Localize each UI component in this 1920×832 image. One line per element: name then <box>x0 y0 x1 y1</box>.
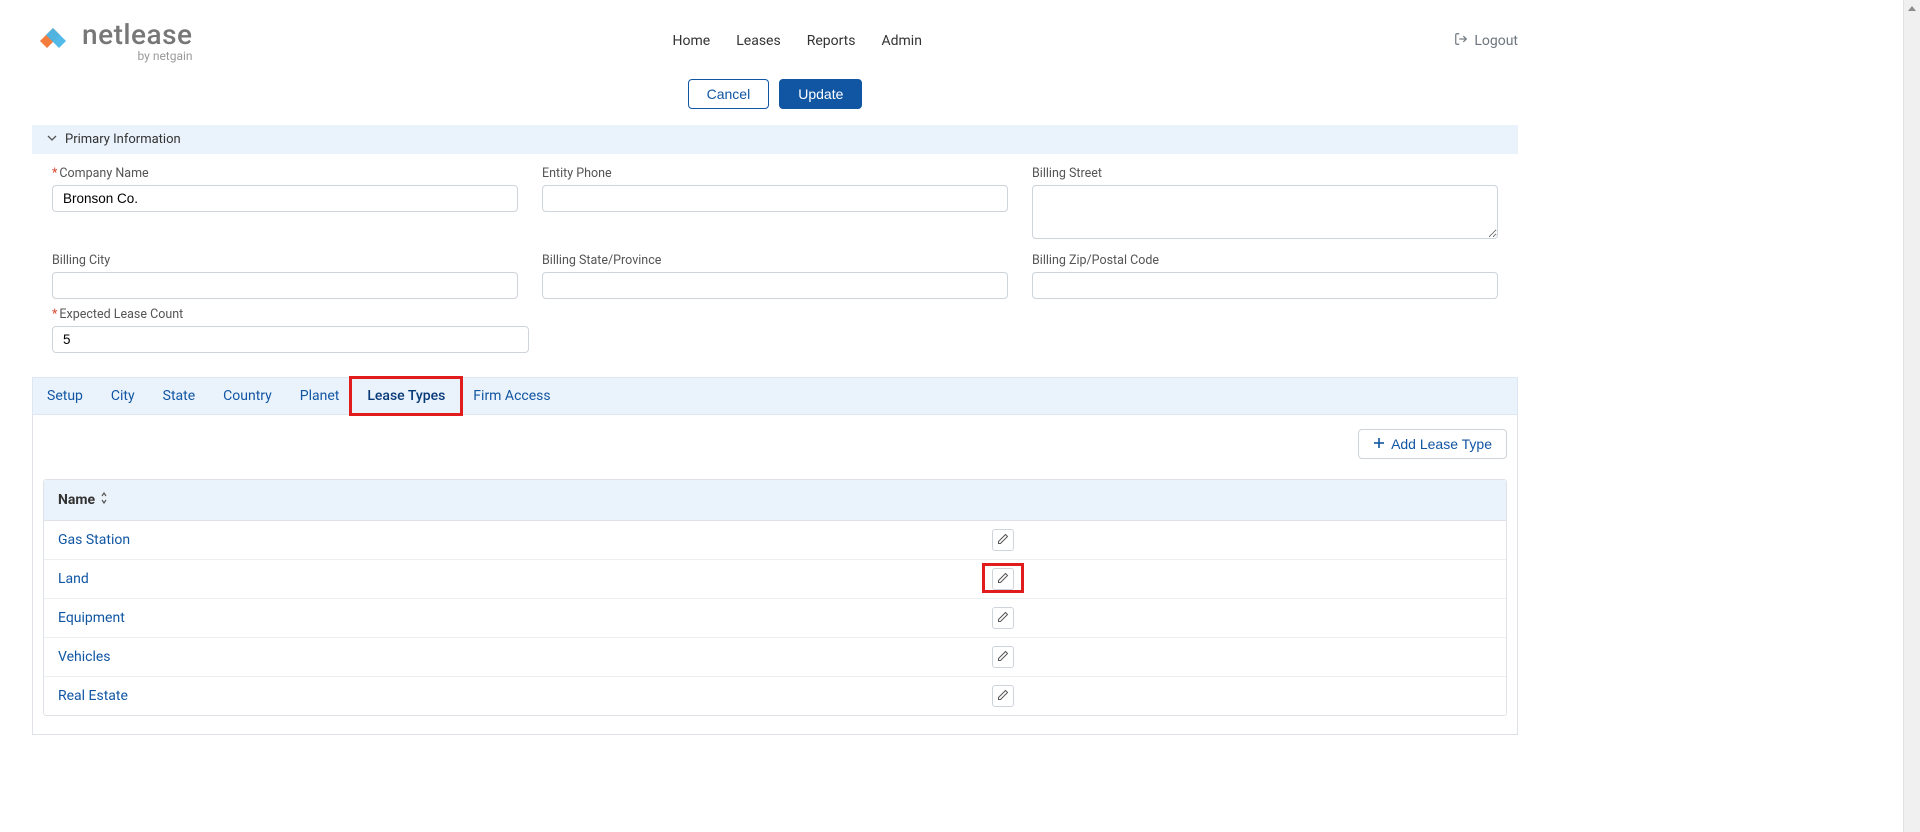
table-row: Vehicles <box>44 638 1506 677</box>
lease-type-link[interactable]: Vehicles <box>58 649 992 665</box>
billing-city-label: Billing City <box>52 253 518 268</box>
table-row: Equipment <box>44 599 1506 638</box>
tab-firm-access[interactable]: Firm Access <box>459 378 564 414</box>
billing-state-label: Billing State/Province <box>542 253 1008 268</box>
table-header-name[interactable]: Name <box>44 480 1506 521</box>
billing-state-input[interactable] <box>542 272 1008 299</box>
pencil-icon <box>997 572 1009 587</box>
logo: netlease by netgain <box>32 18 193 63</box>
nav-reports[interactable]: Reports <box>807 33 856 49</box>
add-lease-type-button[interactable]: Add Lease Type <box>1358 429 1507 459</box>
edit-button[interactable] <box>992 685 1014 707</box>
brand-name: netlease <box>82 18 193 51</box>
lease-type-link[interactable]: Real Estate <box>58 688 992 704</box>
nav-leases[interactable]: Leases <box>736 33 780 49</box>
tabs-bar: Setup City State Country Planet Lease Ty… <box>32 377 1518 415</box>
lease-type-link[interactable]: Land <box>58 571 992 587</box>
add-lease-type-label: Add Lease Type <box>1391 436 1492 452</box>
billing-city-input[interactable] <box>52 272 518 299</box>
logo-icon <box>32 20 74 62</box>
logout-icon <box>1454 32 1468 50</box>
pencil-icon <box>997 689 1009 704</box>
expected-lease-count-label: *Expected Lease Count <box>52 307 529 322</box>
tab-state[interactable]: State <box>149 378 210 414</box>
plus-icon <box>1373 436 1385 452</box>
logout-label: Logout <box>1474 33 1518 49</box>
table-row: Gas Station <box>44 521 1506 560</box>
cancel-button[interactable]: Cancel <box>688 79 770 109</box>
company-name-input[interactable] <box>52 185 518 212</box>
logout-link[interactable]: Logout <box>1454 32 1518 50</box>
lease-type-link[interactable]: Gas Station <box>58 532 992 548</box>
update-button[interactable]: Update <box>779 79 862 109</box>
edit-button[interactable] <box>992 607 1014 629</box>
lease-type-link[interactable]: Equipment <box>58 610 992 626</box>
billing-street-label: Billing Street <box>1032 166 1498 181</box>
section-title: Primary Information <box>65 132 181 147</box>
tab-lease-types[interactable]: Lease Types <box>353 378 459 414</box>
scroll-up-icon[interactable] <box>1904 0 1920 17</box>
sort-icon <box>99 492 109 508</box>
pencil-icon <box>997 650 1009 665</box>
table-row: Real Estate <box>44 677 1506 715</box>
chevron-down-icon <box>47 132 57 147</box>
section-primary-information[interactable]: Primary Information <box>32 125 1518 154</box>
nav-admin[interactable]: Admin <box>882 33 922 49</box>
scrollbar[interactable] <box>1903 0 1920 832</box>
tab-city[interactable]: City <box>97 378 149 414</box>
brand-byline: by netgain <box>82 49 193 63</box>
entity-phone-label: Entity Phone <box>542 166 1008 181</box>
expected-lease-count-input[interactable] <box>52 326 529 353</box>
tab-setup[interactable]: Setup <box>33 378 97 414</box>
main-nav: Home Leases Reports Admin <box>673 33 922 49</box>
lease-types-table: Name Gas Station <box>43 479 1507 716</box>
pencil-icon <box>997 611 1009 626</box>
company-name-label: *Company Name <box>52 166 518 181</box>
billing-zip-label: Billing Zip/Postal Code <box>1032 253 1498 268</box>
edit-button[interactable] <box>992 646 1014 668</box>
billing-zip-input[interactable] <box>1032 272 1498 299</box>
entity-phone-input[interactable] <box>542 185 1008 212</box>
tab-country[interactable]: Country <box>209 378 286 414</box>
edit-button[interactable] <box>992 529 1014 551</box>
edit-button[interactable] <box>992 568 1014 590</box>
tab-planet[interactable]: Planet <box>286 378 354 414</box>
pencil-icon <box>997 533 1009 548</box>
billing-street-input[interactable] <box>1032 185 1498 239</box>
table-row: Land <box>44 560 1506 599</box>
nav-home[interactable]: Home <box>673 33 711 49</box>
